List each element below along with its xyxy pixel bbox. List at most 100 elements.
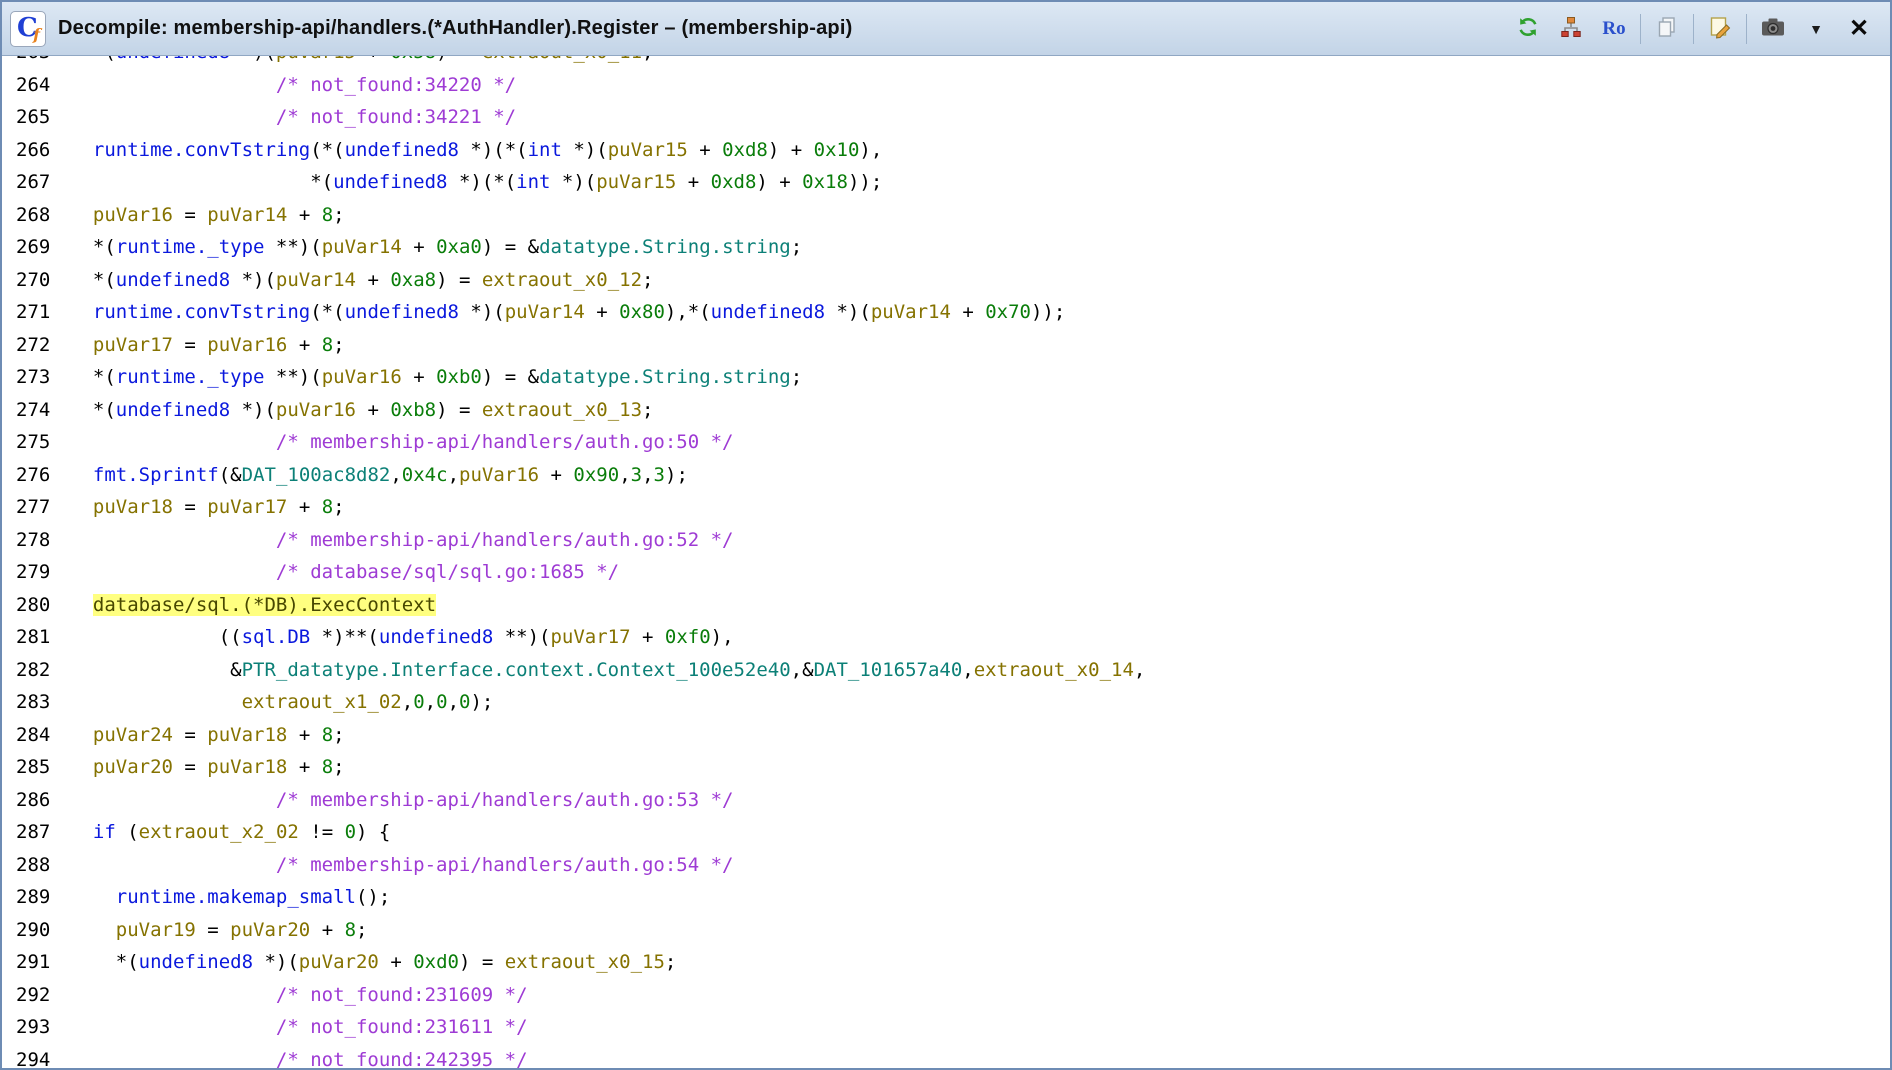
code-token[interactable]: datatype.String.string — [539, 366, 791, 388]
code-line[interactable]: 266 runtime.convTstring(*(undefined8 *)(… — [2, 134, 1890, 167]
code-token[interactable]: **)( — [264, 236, 321, 258]
code-token[interactable]: 8 — [322, 496, 333, 518]
code-token[interactable]: *)( — [253, 951, 299, 973]
code-token[interactable]: = — [196, 919, 230, 941]
code-token[interactable]: , — [402, 691, 413, 713]
snapshot-button[interactable] — [1756, 12, 1790, 46]
code-token[interactable]: runtime.makemap_small — [116, 886, 356, 908]
code-token[interactable]: puVar14 — [276, 269, 356, 291]
code-line[interactable]: 269 *(runtime._type **)(puVar14 + 0xa0) … — [2, 231, 1890, 264]
code-token[interactable]: ,& — [791, 659, 814, 681]
code-line[interactable]: 277 puVar18 = puVar17 + 8; — [2, 491, 1890, 524]
code-token[interactable]: + — [356, 269, 390, 291]
code-token[interactable]: /* membership-api/handlers/auth.go:52 */ — [276, 529, 734, 551]
code-token[interactable]: = — [173, 724, 207, 746]
code-token[interactable]: ) = — [436, 269, 482, 291]
code-token[interactable]: /* database/sql/sql.go:1685 */ — [276, 561, 619, 583]
code-token[interactable]: extraout_x0_15 — [505, 951, 665, 973]
code-token[interactable]: runtime.convTstring — [93, 301, 310, 323]
code-token[interactable]: puVar24 — [93, 724, 173, 746]
code-token[interactable]: != — [299, 821, 345, 843]
code-token[interactable] — [70, 756, 93, 778]
code-token[interactable]: /* not_found:34220 */ — [276, 74, 516, 96]
code-token[interactable]: 8 — [345, 919, 356, 941]
code-token[interactable]: puVar17 — [550, 626, 630, 648]
code-token[interactable]: datatype.String.string — [539, 236, 791, 258]
code-token[interactable]: ; — [791, 366, 802, 388]
code-line[interactable]: 294 /* not_found:242395 */ — [2, 1044, 1890, 1069]
code-token[interactable]: + — [631, 626, 665, 648]
code-token[interactable]: extraout_x0_11 — [482, 56, 642, 63]
code-token[interactable]: **)( — [493, 626, 550, 648]
code-token[interactable]: puVar14 — [322, 236, 402, 258]
code-token[interactable]: = — [173, 334, 207, 356]
code-token[interactable]: *)(*( — [448, 171, 517, 193]
code-token[interactable]: *( — [70, 236, 116, 258]
code-token[interactable]: undefined8 — [333, 171, 447, 193]
code-token[interactable]: 0xf0 — [665, 626, 711, 648]
code-line[interactable]: 274 *(undefined8 *)(puVar16 + 0xb8) = ex… — [2, 394, 1890, 427]
code-token[interactable]: puVar18 — [93, 496, 173, 518]
code-token[interactable]: /* not_found:242395 */ — [276, 1049, 528, 1069]
code-token[interactable]: *)( — [459, 301, 505, 323]
code-token[interactable]: ) + — [768, 139, 814, 161]
menu-dropdown-button[interactable]: ▼ — [1799, 12, 1833, 46]
code-token[interactable]: puVar20 — [93, 756, 173, 778]
code-token[interactable]: puVar14 — [505, 301, 585, 323]
code-token[interactable]: puVar16 — [276, 399, 356, 421]
code-token[interactable]: ) = — [459, 951, 505, 973]
code-token[interactable]: , — [962, 659, 973, 681]
code-token[interactable]: 3 — [654, 464, 665, 486]
code-token[interactable]: ), — [711, 626, 734, 648]
code-token[interactable]: *)( — [562, 139, 608, 161]
code-token[interactable]: 0x10 — [814, 139, 860, 161]
code-token[interactable]: (*( — [310, 139, 344, 161]
code-line[interactable]: 279 /* database/sql/sql.go:1685 */ — [2, 556, 1890, 589]
code-token[interactable]: 0xa0 — [436, 236, 482, 258]
code-token[interactable]: + — [402, 366, 436, 388]
code-line[interactable]: 289 runtime.makemap_small(); — [2, 881, 1890, 914]
code-token[interactable]: *( — [70, 399, 116, 421]
code-token[interactable]: puVar15 — [276, 56, 356, 63]
code-token[interactable]: ; — [642, 269, 653, 291]
code-token[interactable]: = — [173, 204, 207, 226]
code-token[interactable]: + — [287, 756, 321, 778]
code-token[interactable]: ); — [470, 691, 493, 713]
code-token[interactable]: ) = & — [482, 236, 539, 258]
code-token[interactable]: *)( — [230, 399, 276, 421]
code-line[interactable]: 278 /* membership-api/handlers/auth.go:5… — [2, 524, 1890, 557]
code-token[interactable]: + — [287, 204, 321, 226]
code-token[interactable]: ), — [859, 139, 882, 161]
code-token[interactable]: **)( — [264, 366, 321, 388]
code-token[interactable]: , — [619, 464, 630, 486]
code-token[interactable]: ( — [116, 821, 139, 843]
code-token[interactable]: runtime._type — [116, 366, 265, 388]
code-token[interactable]: ; — [665, 951, 676, 973]
code-token[interactable]: undefined8 — [116, 399, 230, 421]
copy-button[interactable] — [1650, 12, 1684, 46]
code-line[interactable]: 288 /* membership-api/handlers/auth.go:5… — [2, 849, 1890, 882]
code-token[interactable]: undefined8 — [116, 56, 230, 63]
code-token[interactable]: int — [516, 171, 550, 193]
code-token[interactable] — [70, 886, 116, 908]
code-token[interactable]: int — [528, 139, 562, 161]
code-token[interactable]: + — [287, 334, 321, 356]
highlighted-function-token[interactable]: database/sql.(*DB).ExecContext — [93, 594, 436, 616]
code-token[interactable] — [70, 854, 276, 876]
code-token[interactable]: /* not_found:231611 */ — [276, 1016, 528, 1038]
code-token[interactable]: 0xb8 — [390, 399, 436, 421]
code-token[interactable]: 8 — [322, 334, 333, 356]
code-token[interactable]: extraout_x0_14 — [974, 659, 1134, 681]
code-token[interactable] — [70, 431, 276, 453]
code-token[interactable] — [70, 301, 93, 323]
code-token[interactable]: 0x18 — [802, 171, 848, 193]
code-token[interactable]: 0xa8 — [390, 269, 436, 291]
code-token[interactable]: 8 — [322, 204, 333, 226]
code-token[interactable] — [70, 334, 93, 356]
code-token[interactable]: ; — [642, 56, 653, 63]
code-token[interactable] — [70, 821, 93, 843]
code-line[interactable]: 265 /* not_found:34221 */ — [2, 101, 1890, 134]
code-token[interactable]: 0xb0 — [436, 366, 482, 388]
code-token[interactable] — [70, 529, 276, 551]
code-token[interactable]: 0xd8 — [711, 171, 757, 193]
